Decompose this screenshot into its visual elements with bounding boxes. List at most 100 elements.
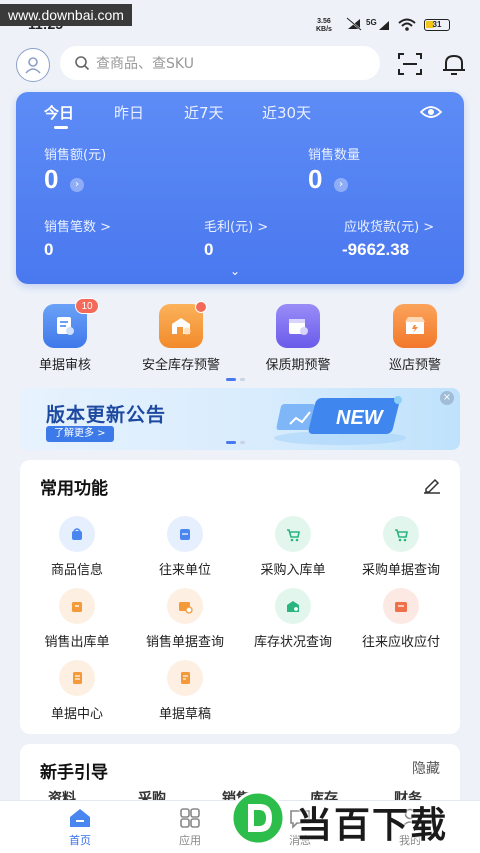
sales-amount-value: 0 [44,164,59,194]
avatar[interactable] [16,48,50,82]
calendar-icon [276,304,320,348]
pager-dot [240,378,245,381]
watermark-logo-icon [230,790,286,846]
tab-7days[interactable]: 近7天 [184,102,224,123]
section-title: 新手引导 [40,763,108,783]
chevron-down-icon[interactable]: ⌄ [230,264,240,278]
order-count-label[interactable]: 销售笔数 > [44,216,111,235]
warehouse-search-icon [275,588,311,624]
signal-label: 5G [366,18,377,27]
user-icon [25,57,41,74]
net-speed: 3.56 KB/s [316,18,332,34]
function-item[interactable]: 商品信息 [22,516,132,578]
receivable-label[interactable]: 应收货款(元) > [344,216,434,235]
pager-dot-active [226,378,236,381]
tab-today[interactable]: 今日 [44,102,74,123]
search-placeholder: 查商品、查SKU [96,56,194,72]
hide-button[interactable]: 隐藏 [412,758,440,778]
function-label: 往来单位 [158,563,211,578]
no-sim-icon [346,17,362,31]
function-item[interactable]: 采购单据查询 [346,516,456,578]
cart-in-icon [275,516,311,552]
contact-card-icon [167,516,203,552]
net-speed-value: 3.56 [317,18,331,25]
battery-icon: 31 [424,19,450,31]
search-icon [75,56,90,71]
function-label: 采购单据查询 [361,563,440,578]
pager-dot [240,441,245,444]
function-item[interactable]: 采购入库单 [238,516,348,578]
function-item[interactable]: 单据中心 [22,660,132,722]
battery-level: 31 [432,20,442,29]
alert-safety-stock[interactable]: 安全库存预警 [126,301,236,373]
receivable-value: -9662.38 [342,240,410,259]
function-item[interactable]: 库存状况查询 [238,588,348,650]
box-out-icon [59,588,95,624]
tab-30days[interactable]: 近30天 [262,102,311,123]
alert-label: 保质期预警 [265,358,331,373]
bell-icon[interactable] [440,50,468,78]
draft-icon [167,660,203,696]
sales-qty-label: 销售数量 [308,148,361,163]
gross-profit-label[interactable]: 毛利(元) > [204,216,268,235]
function-item[interactable]: 往来应收应付 [346,588,456,650]
search-input[interactable]: 查商品、查SKU [60,46,380,80]
function-label: 单据草稿 [158,707,211,722]
nav-apps[interactable]: 应用 [160,807,220,848]
function-item[interactable]: 单据草稿 [130,660,240,722]
nav-label: 首页 [69,834,91,847]
function-label: 销售出库单 [44,635,110,650]
function-label: 销售单据查询 [145,635,224,650]
signal-icon [379,21,389,30]
function-item[interactable]: 销售单据查询 [130,588,240,650]
badge-count: 10 [75,298,99,314]
home-icon [70,809,90,827]
store-icon [393,304,437,348]
function-label: 采购入库单 [260,563,326,578]
ledger-icon [383,588,419,624]
tab-yesterday[interactable]: 昨日 [114,102,144,123]
alert-shelf-life[interactable]: 保质期预警 [243,304,353,373]
active-tab-indicator [54,126,68,129]
alert-store-patrol[interactable]: 巡店预警 [360,304,470,373]
function-item[interactable]: 往来单位 [130,516,240,578]
badge-dot [195,301,207,313]
alert-label: 安全库存预警 [141,358,220,373]
doc-review-icon: 10 [43,298,99,348]
alert-label: 单据审核 [38,358,91,373]
edit-icon[interactable] [422,476,442,494]
sale-search-icon [167,588,203,624]
apps-icon [180,808,200,828]
scan-icon[interactable] [396,50,424,78]
nav-label: 应用 [179,834,201,847]
banner-title: 版本更新公告 [46,404,167,426]
cart-search-icon [383,516,419,552]
function-item[interactable]: 销售出库单 [22,588,132,650]
function-label: 库存状况查询 [253,635,332,650]
alert-doc-review[interactable]: 10 单据审核 [10,298,120,373]
nav-home[interactable]: 首页 [50,807,110,848]
sales-amount-label: 销售额(元) [44,148,107,163]
alert-label: 巡店预警 [388,358,441,373]
chevron-right-icon[interactable]: › [70,178,84,192]
bag-icon [59,516,95,552]
order-count-value: 0 [44,240,54,259]
close-icon[interactable]: × [440,391,454,405]
function-label: 商品信息 [50,563,103,578]
chevron-right-icon[interactable]: › [334,178,348,192]
watermark-text: 当百下载 [296,805,449,846]
wifi-icon [398,18,416,31]
pager-dot-active [226,441,236,444]
function-label: 往来应收应付 [361,635,440,650]
function-label: 单据中心 [50,707,103,722]
eye-icon[interactable] [420,104,442,120]
section-title: 常用功能 [40,479,108,499]
sales-qty-value: 0 [308,164,323,194]
new-art-icon: NEW [274,396,406,445]
gross-profit-value: 0 [204,240,214,259]
new-art-text: NEW [336,407,385,429]
net-speed-unit: KB/s [316,26,332,33]
learn-more-button[interactable]: 了解更多 > [46,426,114,442]
warehouse-icon [159,301,207,348]
watermark-url: www.downbai.com [0,4,132,26]
